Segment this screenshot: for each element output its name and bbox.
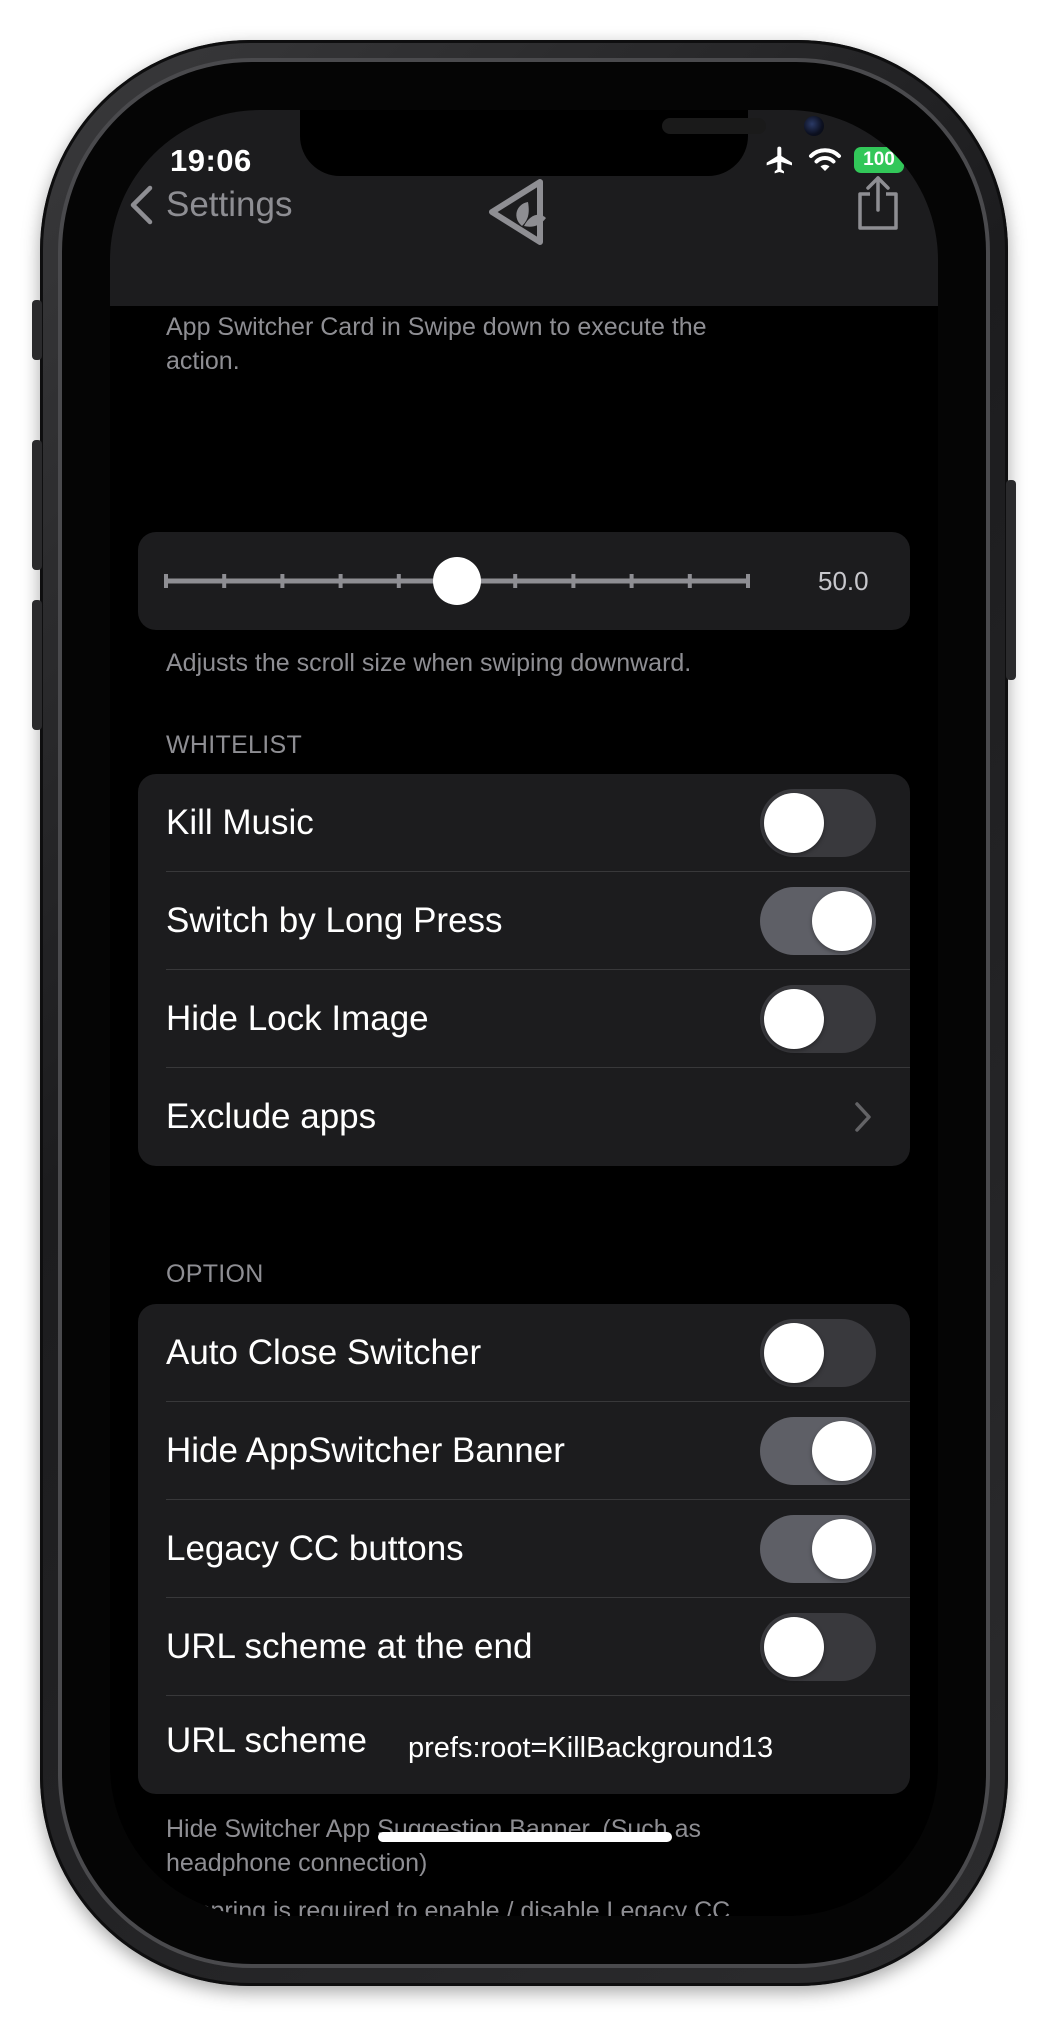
whitelist-header: WHITELIST	[166, 731, 303, 759]
toggle-knob	[764, 1323, 824, 1383]
slider-value-label: 50.0	[818, 565, 869, 596]
scroll-size-slider[interactable]	[138, 532, 778, 630]
toggle-knob	[812, 891, 872, 951]
url-scheme-at-end-row: URL scheme at the end	[138, 1598, 910, 1696]
wifi-icon	[809, 148, 841, 171]
toggle-knob	[764, 1617, 824, 1677]
screen: App Switcher Card in Swipe down to execu…	[110, 110, 938, 1916]
status-icons: 100	[764, 144, 910, 176]
toggle-knob	[812, 1519, 872, 1579]
kill-music-toggle[interactable]	[760, 789, 876, 857]
battery-tip	[906, 155, 910, 165]
hide-appswitcher-banner-row: Hide AppSwitcher Banner	[138, 1402, 910, 1500]
exclude-apps-label: Exclude apps	[166, 1097, 377, 1136]
auto-close-switcher-toggle[interactable]	[760, 1319, 876, 1387]
whitelist-group: Kill Music Switch by Long Press Hide Loc…	[138, 774, 910, 1166]
option-header: OPTION	[166, 1260, 264, 1288]
url-scheme-row: URL scheme prefs:root=KillBackground13	[138, 1696, 910, 1794]
notch	[300, 110, 824, 176]
chevron-right-icon	[855, 1102, 871, 1132]
silent-switch	[32, 300, 42, 360]
battery-indicator: 100	[854, 147, 910, 173]
url-scheme-label: URL scheme	[166, 1721, 367, 1760]
volume-up-button	[32, 440, 42, 570]
toggle-knob	[812, 1421, 872, 1481]
earpiece-speaker	[662, 118, 766, 134]
slider-footer: Adjusts the scroll size when swiping dow…	[166, 649, 692, 677]
exclude-apps-row[interactable]: Exclude apps	[138, 1068, 910, 1166]
hide-appswitcher-banner-label: Hide AppSwitcher Banner	[166, 1431, 565, 1470]
status-time: 19:06	[170, 143, 252, 178]
url-scheme-input[interactable]: prefs:root=KillBackground13	[408, 1699, 773, 1797]
legacy-cc-buttons-label: Legacy CC buttons	[166, 1529, 464, 1568]
power-button	[1006, 480, 1016, 680]
hide-lock-image-toggle[interactable]	[760, 985, 876, 1053]
chevron-left-icon	[130, 185, 153, 225]
airplane-icon	[766, 146, 792, 174]
switch-long-press-label: Switch by Long Press	[166, 901, 503, 940]
legacy-cc-buttons-toggle[interactable]	[760, 1515, 876, 1583]
home-indicator[interactable]	[378, 1832, 672, 1842]
slider-thumb[interactable]	[433, 557, 481, 605]
option-group: Auto Close Switcher Hide AppSwitcher Ban…	[138, 1304, 910, 1794]
kill-music-label: Kill Music	[166, 803, 314, 842]
back-button-label: Settings	[166, 185, 293, 224]
respring-footer: Respring is required to enable / disable…	[166, 1897, 731, 1916]
url-scheme-at-end-label: URL scheme at the end	[166, 1627, 533, 1666]
volume-down-button	[32, 600, 42, 730]
toggle-knob	[764, 989, 824, 1049]
hide-lock-image-row: Hide Lock Image	[138, 970, 910, 1068]
back-button[interactable]: Settings	[128, 184, 292, 226]
auto-close-switcher-row: Auto Close Switcher	[138, 1304, 910, 1402]
hide-lock-image-label: Hide Lock Image	[166, 999, 429, 1038]
banner-footer: Hide Switcher App Suggestion Banner. (Su…	[166, 1815, 702, 1877]
tweak-logo-icon	[489, 179, 546, 245]
switch-long-press-toggle[interactable]	[760, 887, 876, 955]
switch-long-press-row: Switch by Long Press	[138, 872, 910, 970]
slider-group: 50.0	[138, 532, 910, 630]
toggle-knob	[764, 793, 824, 853]
swipe-action-footer: App Switcher Card in Swipe down to execu…	[166, 313, 707, 375]
legacy-cc-buttons-row: Legacy CC buttons	[138, 1500, 910, 1598]
auto-close-switcher-label: Auto Close Switcher	[166, 1333, 482, 1372]
share-icon[interactable]	[856, 174, 900, 232]
battery-level: 100	[854, 147, 904, 173]
hide-appswitcher-banner-toggle[interactable]	[760, 1417, 876, 1485]
kill-music-row: Kill Music	[138, 774, 910, 872]
url-scheme-at-end-toggle[interactable]	[760, 1613, 876, 1681]
front-camera	[804, 116, 824, 136]
